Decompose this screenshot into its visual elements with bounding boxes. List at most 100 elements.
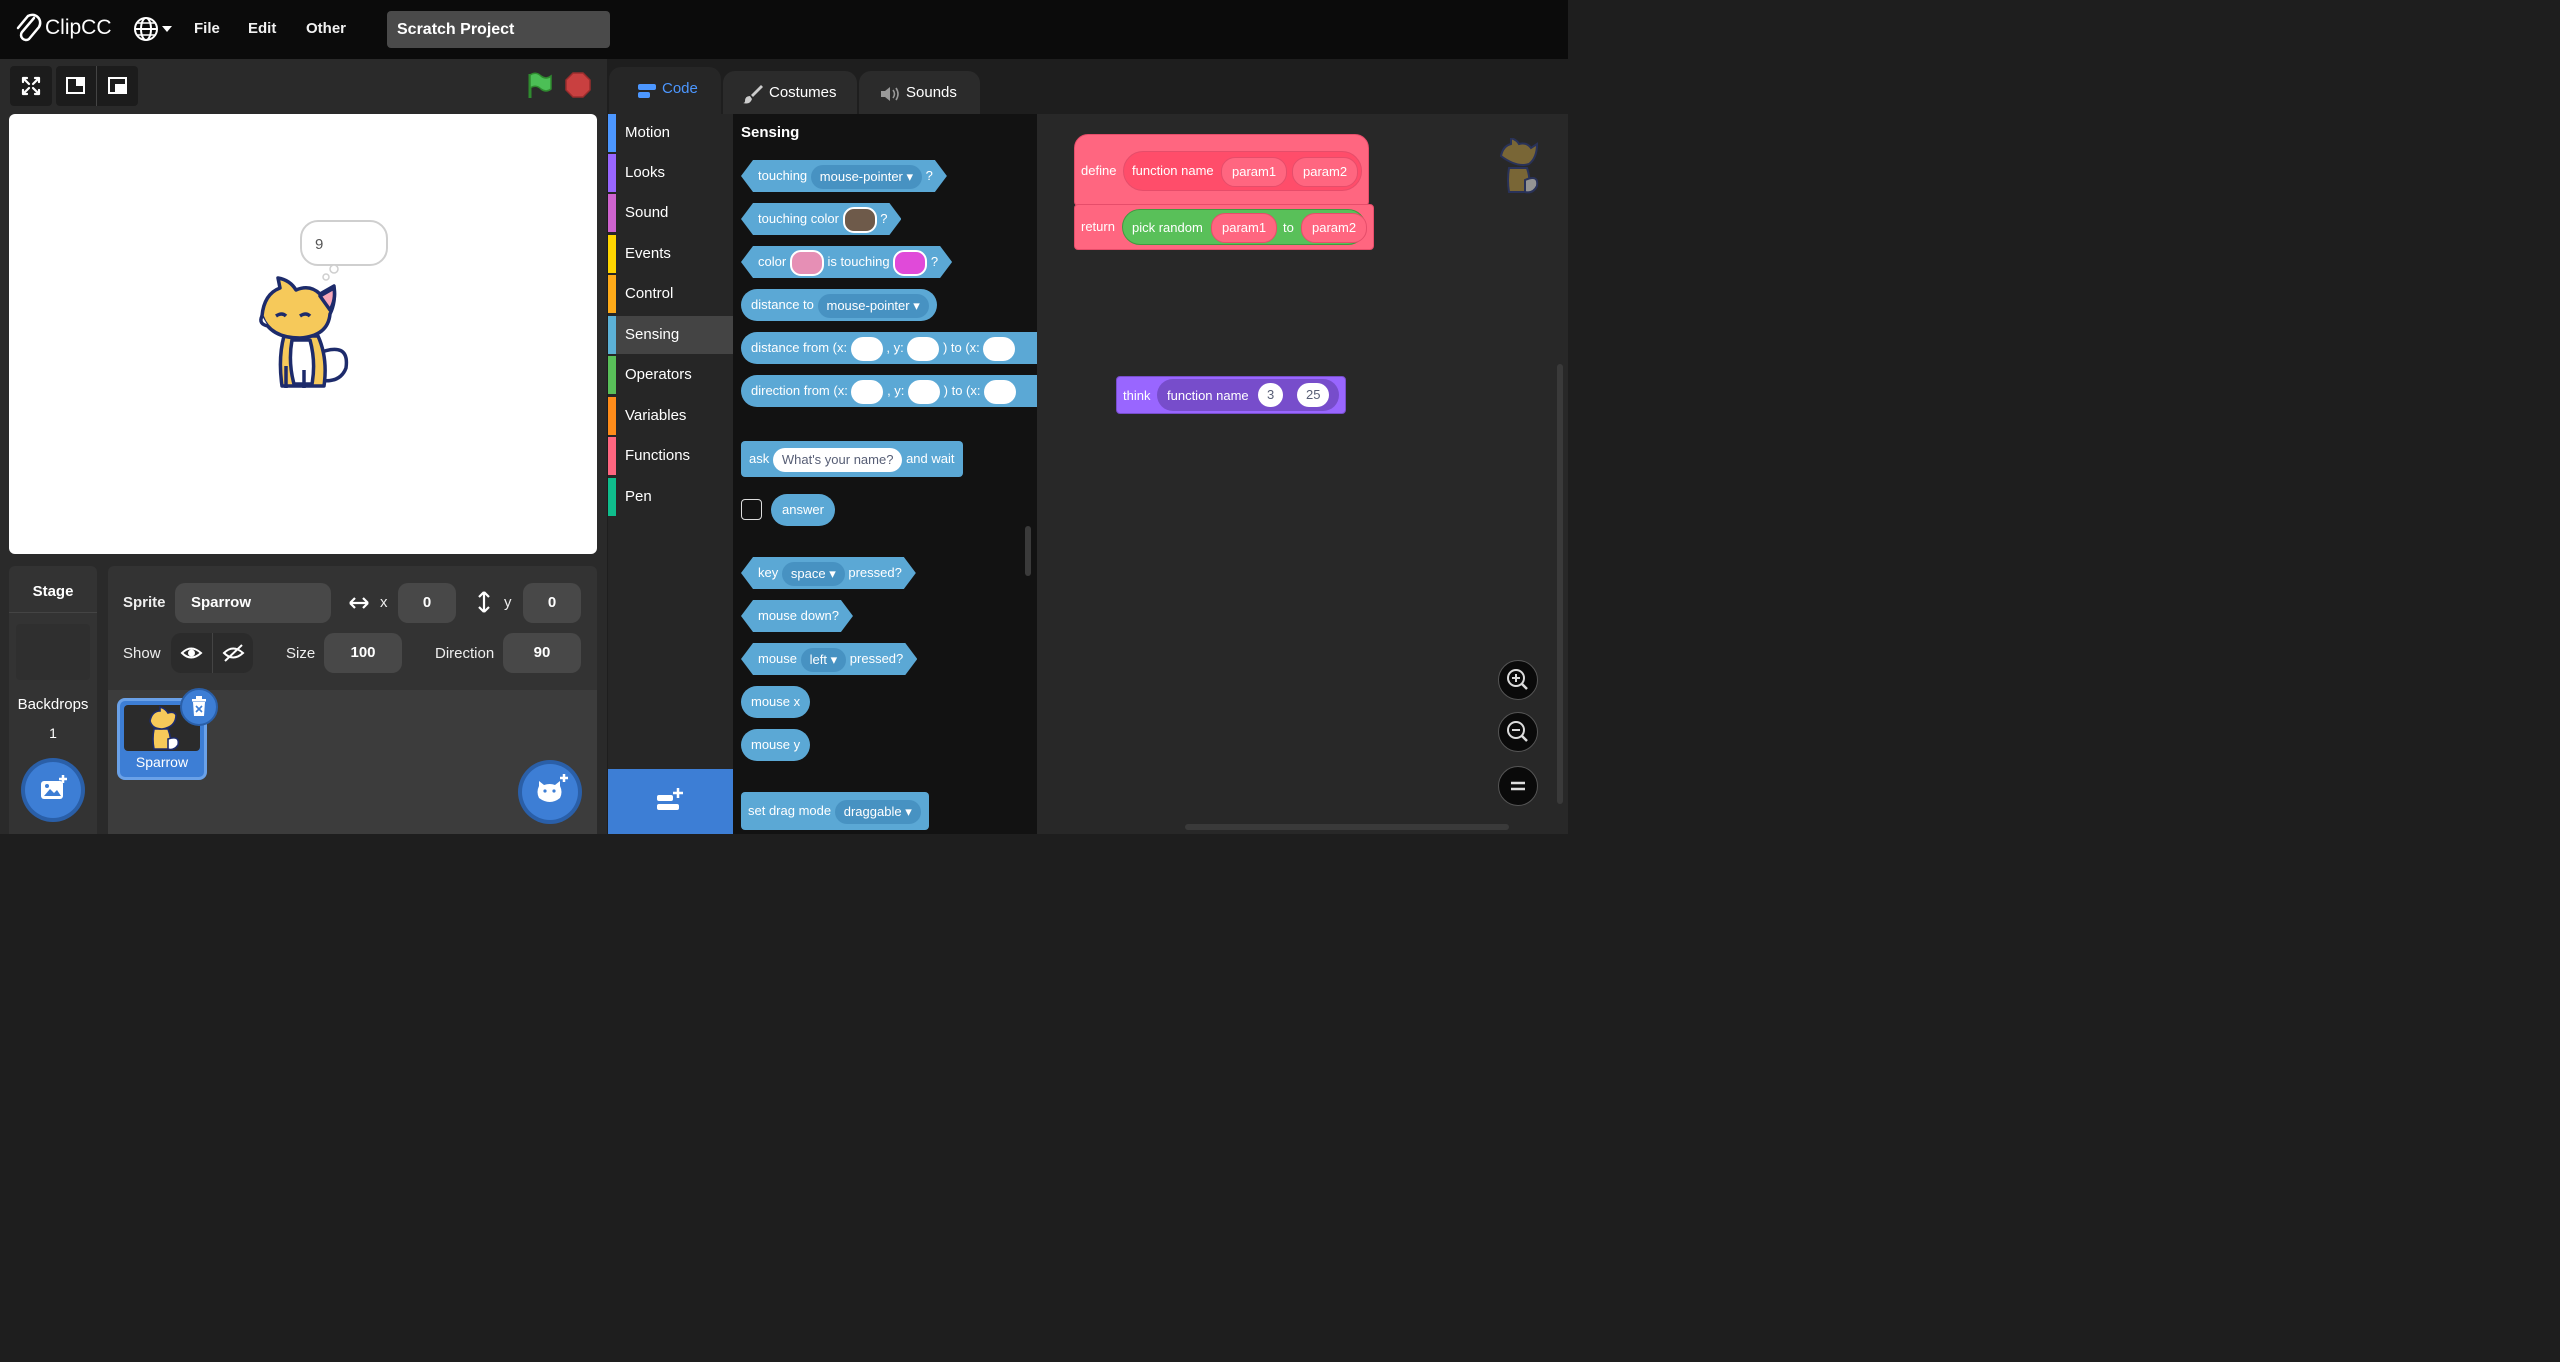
block-pick-random[interactable]: pick random param1 to param2 [1122,209,1368,245]
delete-sprite-button[interactable] [180,688,218,726]
show-visible-button[interactable] [171,633,212,673]
large-stage-button[interactable] [96,66,139,106]
sprite-name-input[interactable]: Sparrow [175,583,331,623]
caret-down-icon: ▾ [830,651,838,667]
block-ask-and-wait[interactable]: ask What's your name? and wait [741,441,963,477]
zoom-out-button[interactable] [1498,712,1538,752]
distance-dropdown[interactable]: mouse-pointer ▾ [817,293,929,318]
block-set-drag-mode[interactable]: set drag mode draggable ▾ [741,792,929,830]
language-menu[interactable] [133,16,175,42]
tab-costumes[interactable]: Costumes [723,71,857,115]
category-color-bar [608,114,616,152]
small-stage-button[interactable] [56,66,96,106]
block-direction-from[interactable]: direction from (x: , y: ) to (x: [741,375,1037,407]
stage-selector[interactable]: Stage Backdrops 1 [9,566,97,834]
green-flag-icon[interactable] [527,72,553,100]
stage-canvas[interactable]: 9 [9,114,597,554]
category-looks[interactable]: Looks [608,154,733,192]
menu-file[interactable]: File [194,20,220,37]
y-input[interactable]: 0 [523,583,581,623]
workspace-vertical-scrollbar[interactable] [1557,364,1563,804]
param-reporter[interactable]: param1 [1211,213,1278,243]
zoom-out-icon [1507,721,1528,742]
number-input[interactable] [850,336,883,361]
block-touching-color[interactable]: touching color ? [741,203,901,235]
block-distance-to[interactable]: distance to mouse-pointer ▾ [741,289,937,321]
direction-input[interactable]: 90 [503,633,581,673]
block-mouse-pressed[interactable]: mouse left ▾ pressed? [741,643,917,675]
reset-zoom-button[interactable] [1498,766,1538,806]
argument-input[interactable]: 3 [1258,383,1284,407]
block-text: function name [1132,163,1214,178]
size-input[interactable]: 100 [324,633,402,673]
x-input[interactable]: 0 [398,583,456,623]
block-think[interactable]: think function name 3 25 [1116,376,1346,414]
block-text: distance to [751,297,814,312]
key-dropdown[interactable]: space ▾ [782,562,845,586]
block-mouse-x[interactable]: mouse x [741,686,811,718]
workspace-horizontal-scrollbar[interactable] [1185,824,1509,830]
param-reporter[interactable]: param1 [1221,157,1288,187]
category-motion[interactable]: Motion [608,114,733,152]
palette-scrollbar[interactable] [1025,526,1031,576]
drag-mode-dropdown[interactable]: draggable ▾ [834,799,921,824]
number-input[interactable] [908,379,941,404]
ask-input[interactable]: What's your name? [772,447,903,472]
number-input[interactable] [984,379,1017,404]
add-extension-icon [657,788,683,810]
choose-sprite-button[interactable] [522,764,578,820]
block-text: ? [880,211,888,226]
category-control[interactable]: Control [608,275,733,313]
category-pen[interactable]: Pen [608,478,733,516]
project-title-input[interactable]: Scratch Project [387,11,610,48]
clipcc-logo[interactable]: ClipCC [14,12,119,46]
argument-input[interactable]: 25 [1297,383,1330,407]
number-input[interactable] [907,336,940,361]
category-color-bar [608,397,616,435]
color-swatch[interactable] [893,250,927,276]
block-text: , y: [886,340,904,355]
menu-other[interactable]: Other [306,20,346,37]
palette-section-title: Sensing [741,124,800,141]
sparrow-sprite[interactable] [254,276,352,394]
category-variables[interactable]: Variables [608,397,733,435]
add-extension-button[interactable] [608,769,733,834]
block-touching[interactable]: touching mouse-pointer ▾ ? [741,160,947,192]
number-input[interactable] [983,336,1016,361]
block-distance-from[interactable]: distance from (x: , y: ) to (x: [741,332,1037,364]
param-reporter[interactable]: param2 [1292,157,1359,187]
category-operators[interactable]: Operators [608,356,733,394]
block-color-is-touching[interactable]: color is touching ? [741,246,952,278]
tab-code[interactable]: Code [609,67,721,115]
block-mouse-y[interactable]: mouse y [741,729,811,761]
category-events[interactable]: Events [608,235,733,273]
zoom-in-button[interactable] [1498,660,1538,700]
block-answer[interactable]: answer [771,494,835,526]
answer-monitor-checkbox[interactable] [741,499,762,520]
color-swatch[interactable] [790,250,824,276]
block-key-pressed[interactable]: key space ▾ pressed? [741,557,916,589]
stage-title: Stage [32,583,74,600]
param-reporter[interactable]: param2 [1301,213,1368,243]
block-define[interactable]: define function name param1 param2 [1074,134,1369,206]
script-workspace[interactable]: define function name param1 param2 retur… [1037,114,1568,834]
color-swatch[interactable] [843,207,877,233]
block-return[interactable]: return pick random param1 to param2 [1074,204,1374,250]
choose-backdrop-button[interactable] [25,762,81,818]
category-sensing[interactable]: Sensing [608,316,733,354]
category-sound[interactable]: Sound [608,194,733,232]
menu-edit[interactable]: Edit [248,20,276,37]
custom-block-call[interactable]: function name 3 25 [1157,379,1339,411]
category-functions[interactable]: Functions [608,437,733,475]
block-mouse-down[interactable]: mouse down? [741,600,853,632]
number-input[interactable] [851,379,884,404]
stop-icon[interactable] [565,72,591,98]
touching-dropdown[interactable]: mouse-pointer ▾ [811,165,922,189]
backdrop-thumbnail[interactable] [16,624,90,680]
custom-block-prototype[interactable]: function name param1 param2 [1123,151,1362,191]
mouse-button-dropdown[interactable]: left ▾ [801,648,847,672]
fullscreen-button[interactable] [10,66,52,106]
show-hidden-button[interactable] [212,633,254,673]
tab-sounds[interactable]: Sounds [859,71,980,115]
category-label: Events [625,245,671,262]
